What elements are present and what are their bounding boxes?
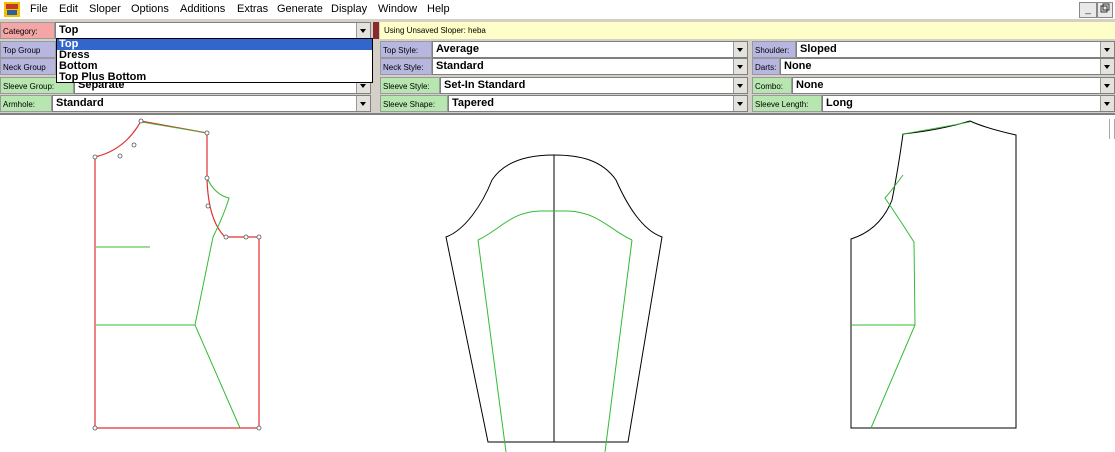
sleeve-style-label: Sleeve Style: bbox=[380, 77, 440, 94]
darts-value: None bbox=[784, 60, 812, 72]
menu-sloper[interactable]: Sloper bbox=[89, 3, 121, 15]
menu-window[interactable]: Window bbox=[378, 3, 417, 15]
armhole-select[interactable]: Standard bbox=[52, 95, 371, 112]
combo-value: None bbox=[796, 79, 824, 91]
menu-edit[interactable]: Edit bbox=[59, 3, 78, 15]
menu-options[interactable]: Options bbox=[131, 3, 169, 15]
chevron-down-icon[interactable] bbox=[356, 96, 370, 111]
darts-select[interactable]: None bbox=[780, 58, 1115, 75]
restore-button[interactable] bbox=[1097, 2, 1113, 18]
top-style-value: Average bbox=[436, 43, 480, 55]
armhole-label: Armhole: bbox=[0, 95, 52, 112]
menu-help[interactable]: Help bbox=[427, 3, 450, 15]
shoulder-value: Sloped bbox=[800, 43, 837, 55]
sleeve-shape-select[interactable]: Tapered bbox=[448, 95, 748, 112]
chevron-down-icon[interactable] bbox=[356, 23, 370, 38]
divider bbox=[373, 22, 379, 39]
shoulder-select[interactable]: Sloped bbox=[796, 41, 1115, 58]
category-label: Category: bbox=[0, 22, 55, 39]
chevron-down-icon[interactable] bbox=[1100, 96, 1114, 111]
category-dropdown-list: Top Dress Bottom Top Plus Bottom bbox=[56, 38, 373, 83]
neck-style-select[interactable]: Standard bbox=[432, 58, 748, 75]
category-value: Top bbox=[59, 24, 79, 36]
chevron-down-icon[interactable] bbox=[1100, 42, 1114, 57]
combo-label: Combo: bbox=[752, 77, 792, 94]
category-option-top[interactable]: Top bbox=[57, 39, 372, 50]
minimize-button[interactable]: _ bbox=[1079, 2, 1097, 18]
restore-icon bbox=[1100, 3, 1110, 13]
menu-bar: File Edit Sloper Options Additions Extra… bbox=[0, 0, 1115, 20]
menu-additions[interactable]: Additions bbox=[180, 3, 225, 15]
menu-generate[interactable]: Generate bbox=[277, 3, 323, 15]
chevron-down-icon[interactable] bbox=[1100, 59, 1114, 74]
sleeve-length-value: Long bbox=[826, 97, 853, 109]
chevron-down-icon[interactable] bbox=[733, 42, 747, 57]
shoulder-label: Shoulder: bbox=[752, 41, 796, 58]
top-group-label: Top Group bbox=[0, 41, 56, 58]
chevron-down-icon[interactable] bbox=[733, 96, 747, 111]
chevron-down-icon[interactable] bbox=[733, 59, 747, 74]
sleeve-shape-label: Sleeve Shape: bbox=[380, 95, 448, 112]
armhole-value: Standard bbox=[56, 97, 104, 109]
app-logo-icon bbox=[4, 2, 20, 17]
sleeve-style-select[interactable]: Set-In Standard bbox=[440, 77, 748, 94]
top-style-label: Top Style: bbox=[380, 41, 432, 58]
category-select[interactable]: Top bbox=[55, 22, 371, 39]
category-option-dress[interactable]: Dress bbox=[57, 50, 372, 61]
neck-style-value: Standard bbox=[436, 60, 484, 72]
sleeve-style-value: Set-In Standard bbox=[444, 79, 526, 91]
category-option-top-plus-bottom[interactable]: Top Plus Bottom bbox=[57, 72, 372, 83]
vertical-scrollbar[interactable] bbox=[1109, 115, 1115, 145]
menu-display[interactable]: Display bbox=[331, 3, 367, 15]
back-bodice-piece[interactable] bbox=[850, 120, 1017, 429]
sleeve-piece[interactable] bbox=[445, 154, 663, 452]
chevron-down-icon[interactable] bbox=[733, 78, 747, 93]
top-style-select[interactable]: Average bbox=[432, 41, 748, 58]
neck-group-label: Neck Group bbox=[0, 58, 56, 75]
menu-extras[interactable]: Extras bbox=[237, 3, 268, 15]
sleeve-length-select[interactable]: Long bbox=[822, 95, 1115, 112]
sleeve-shape-value: Tapered bbox=[452, 97, 494, 109]
status-bar: Using Unsaved Sloper: heba bbox=[380, 22, 1115, 39]
combo-select[interactable]: None bbox=[792, 77, 1115, 94]
menu-file[interactable]: File bbox=[30, 3, 48, 15]
neck-style-label: Neck Style: bbox=[380, 58, 432, 75]
chevron-down-icon[interactable] bbox=[1100, 78, 1114, 93]
sleeve-length-label: Sleeve Length: bbox=[752, 95, 822, 112]
pattern-canvas[interactable] bbox=[0, 115, 1115, 452]
darts-label: Darts: bbox=[752, 58, 780, 75]
front-bodice-piece[interactable] bbox=[92, 118, 262, 431]
